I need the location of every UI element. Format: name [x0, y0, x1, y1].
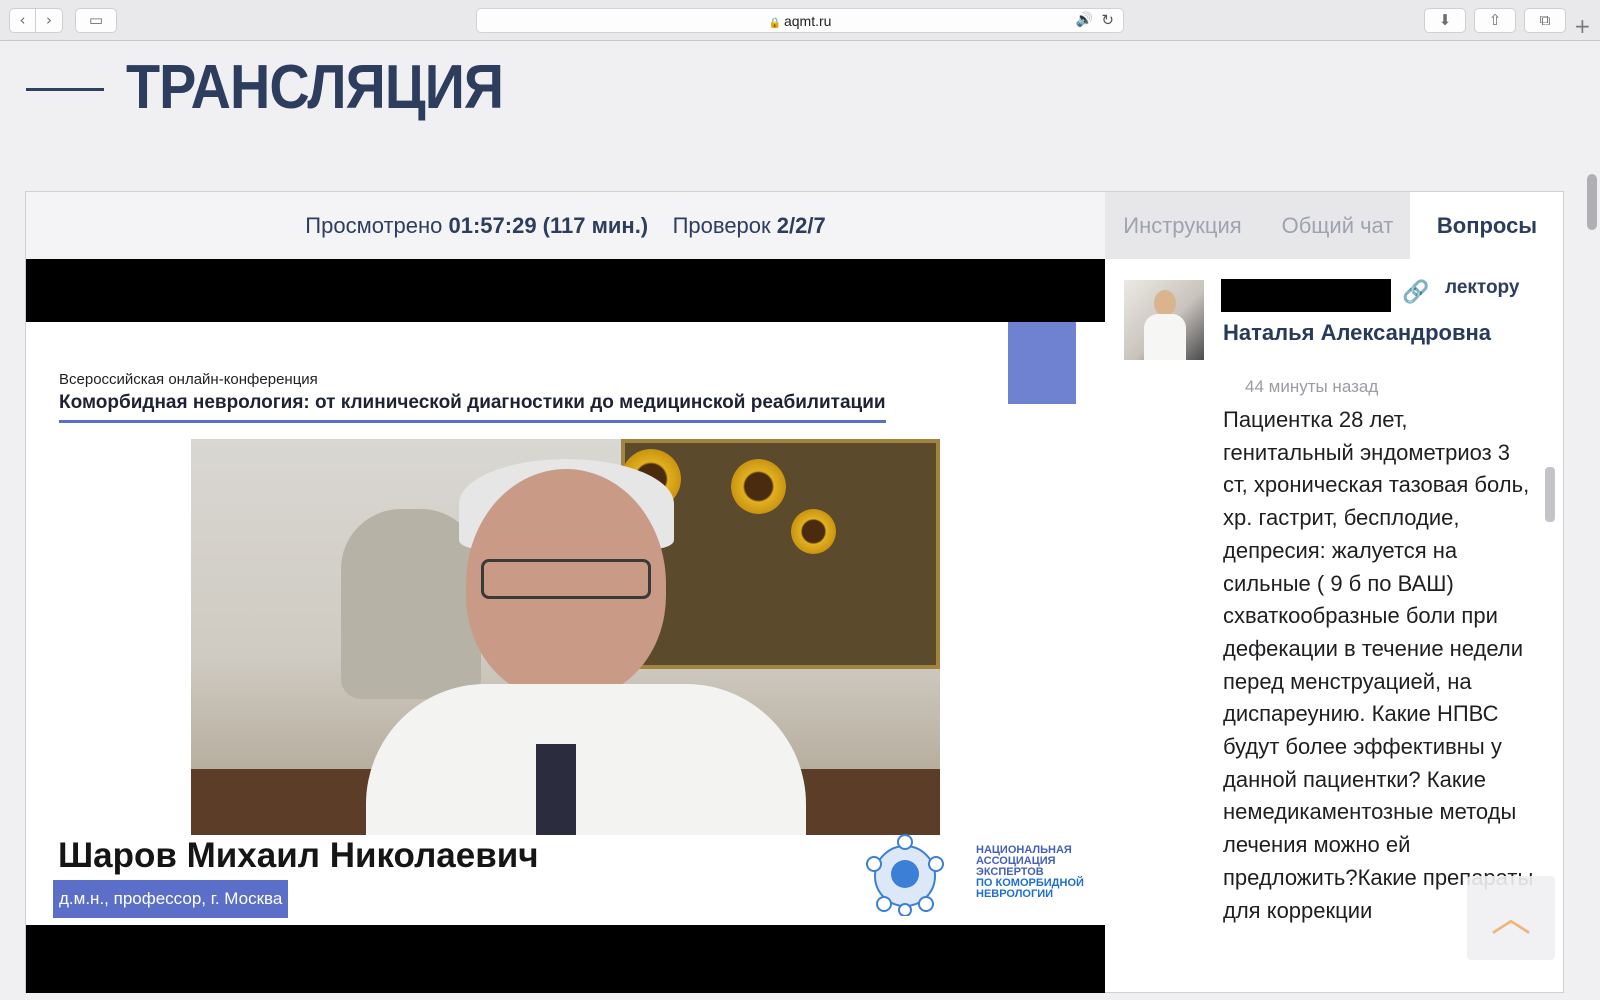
- tabs-overview-icon[interactable]: ⧉: [1524, 8, 1566, 33]
- speaker-camera-feed: [191, 439, 940, 835]
- new-tab-icon[interactable]: +: [1574, 14, 1591, 38]
- speaker-name: Шаров Михаил Николаевич: [58, 836, 539, 875]
- link-icon[interactable]: 🔗: [1402, 280, 1429, 305]
- address-url: aqmt.ru: [783, 13, 832, 29]
- sunflower: [731, 459, 786, 514]
- lock-icon: 🔒: [768, 18, 781, 29]
- question-text: Пациентка 28 лет, генитальный эндометрио…: [1223, 407, 1534, 923]
- sidebar-tabs: Инструкция Общий чат Вопросы: [1105, 192, 1563, 259]
- association-logo-text: НАЦИОНАЛЬНАЯ АССОЦИАЦИЯ ЭКСПЕРТОВ ПО КОМ…: [976, 845, 1101, 900]
- broadcast-panel: Просмотрено 01:57:29 (117 мин.) Проверок…: [25, 191, 1106, 993]
- forward-icon[interactable]: ›: [35, 8, 63, 33]
- watched-value: 01:57:29 (117 мин.): [448, 213, 649, 238]
- conference-title: Коморбидная неврология: от клинической д…: [59, 392, 886, 423]
- watched-label: Просмотрено: [305, 213, 443, 238]
- reload-icon[interactable]: ↻: [1101, 11, 1114, 29]
- sidebar-panel: Инструкция Общий чат Вопросы 🔗 лектору Н…: [1105, 191, 1564, 993]
- question-recipient: лектору: [1445, 277, 1520, 298]
- logo-line: НЕВРОЛОГИИ: [976, 888, 1054, 900]
- back-icon[interactable]: ‹: [9, 8, 36, 33]
- video-player[interactable]: Всероссийская онлайн-конференция Коморби…: [26, 259, 1106, 993]
- address-bar[interactable]: 🔒 aqmt.ru 🔊 ↻: [476, 8, 1124, 33]
- checks-label: Проверок: [672, 213, 771, 238]
- tab-questions[interactable]: Вопросы: [1410, 192, 1563, 259]
- checks-value: 2/2/7: [776, 213, 826, 238]
- redacted-block: [1221, 279, 1391, 312]
- conference-subtitle: Всероссийская онлайн-конференция: [59, 371, 318, 388]
- speaker-glasses: [481, 559, 651, 599]
- slide-accent-block: [1008, 322, 1076, 404]
- sidebar-scrollbar[interactable]: [1545, 467, 1555, 522]
- avatar: [1124, 280, 1204, 360]
- browser-toolbar: ‹ › ▭ 🔒 aqmt.ru 🔊 ↻ ⬇ ⇧ ⧉ +: [0, 0, 1600, 41]
- watch-stats: Просмотрено 01:57:29 (117 мин.) Проверок…: [26, 192, 1105, 260]
- speaker-icon[interactable]: 🔊: [1076, 12, 1093, 28]
- tab-instruction[interactable]: Инструкция: [1105, 192, 1260, 259]
- page-scrollbar[interactable]: [1587, 174, 1597, 230]
- sunflower: [791, 509, 836, 554]
- speaker-role-badge: д.м.н., профессор, г. Москва: [53, 880, 289, 918]
- share-icon[interactable]: ⇧: [1474, 8, 1516, 33]
- scroll-to-top-button[interactable]: ︿: [1467, 876, 1555, 960]
- video-slide: Всероссийская онлайн-конференция Коморби…: [26, 322, 1106, 925]
- question-author: Наталья Александровна: [1223, 320, 1492, 345]
- speaker-shirt: [366, 684, 806, 835]
- sidebar-toggle-icon[interactable]: ▭: [75, 8, 117, 33]
- question-time: 44 минуты назад: [1245, 377, 1379, 396]
- heading-decoration-line: [26, 88, 104, 91]
- download-icon[interactable]: ⬇: [1424, 8, 1466, 33]
- association-logo-icon: [866, 834, 944, 916]
- tab-general-chat[interactable]: Общий чат: [1260, 192, 1415, 259]
- page-title: ТРАНСЛЯЦИЯ: [126, 53, 504, 122]
- speaker-tie: [536, 744, 576, 835]
